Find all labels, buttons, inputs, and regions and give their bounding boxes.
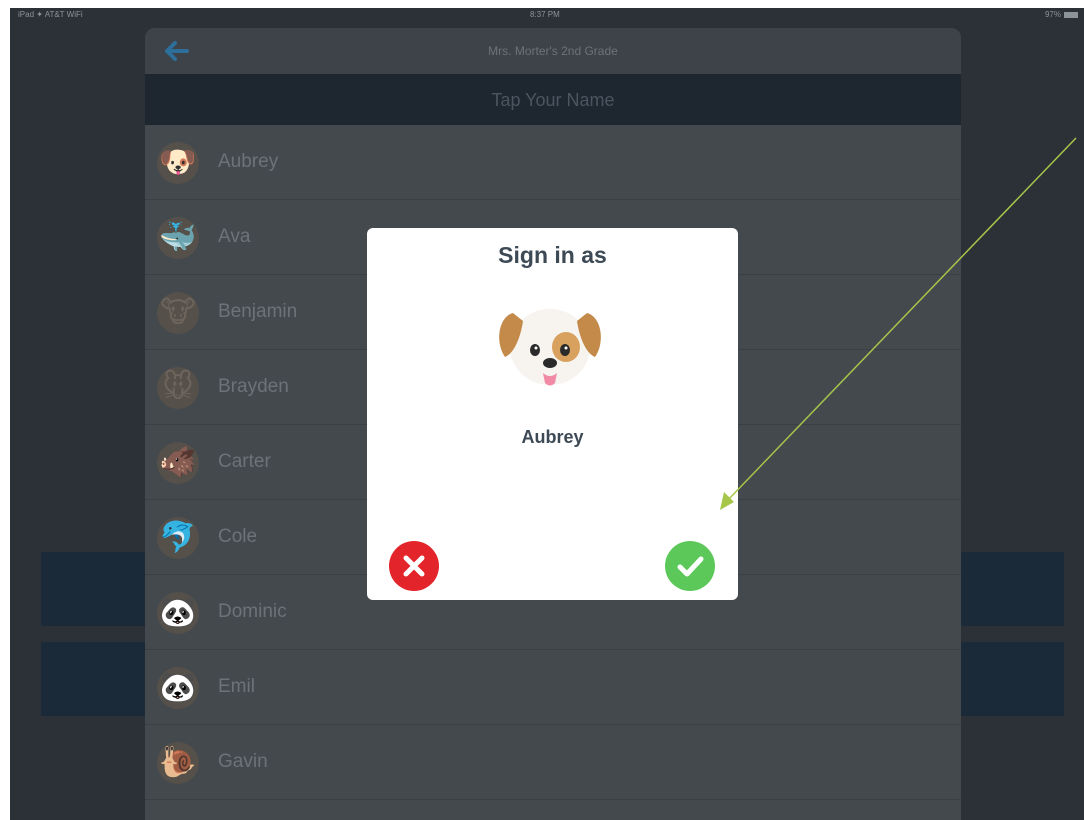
confirm-button[interactable] — [665, 541, 715, 591]
student-name: Dominic — [218, 601, 287, 622]
battery-label: 97% — [1044, 10, 1061, 19]
student-name: Carter — [218, 451, 271, 472]
whale-avatar-icon: 🐳 — [157, 217, 199, 259]
cow-avatar-icon: 🐮 — [157, 292, 199, 334]
class-title: Mrs. Morter's 2nd Grade — [488, 44, 618, 58]
panda-avatar-icon: 🐼 — [157, 592, 199, 634]
student-row-gavin[interactable]: 🐌 Gavin — [145, 725, 961, 800]
student-name: Brayden — [218, 376, 289, 397]
cancel-button[interactable] — [389, 541, 439, 591]
mouse-avatar-icon: 🐭 — [157, 367, 199, 409]
student-name: Ava — [218, 226, 251, 247]
sign-in-dialog: Sign in as Aubrey — [367, 228, 738, 600]
clock: 8:37 PM — [530, 10, 560, 19]
dolphin-avatar-icon: 🐬 — [157, 517, 199, 559]
instruction-header: Tap Your Name — [145, 74, 961, 125]
student-name: Cole — [218, 526, 258, 547]
dog-face-icon — [499, 309, 601, 386]
boar-avatar-icon: 🐗 — [157, 442, 199, 484]
student-name: Emil — [218, 676, 255, 697]
carrier-label: iPad ✦ AT&T WiFi — [18, 10, 83, 19]
close-icon — [403, 555, 425, 577]
student-row-aubrey[interactable]: 🐶 Aubrey — [145, 125, 961, 200]
student-row-emil[interactable]: 🐼 Emil — [145, 650, 961, 725]
checkmark-icon — [677, 556, 704, 577]
status-bar: iPad ✦ AT&T WiFi 8:37 PM 97% — [10, 8, 1084, 22]
dialog-title: Sign in as — [498, 242, 607, 268]
instruction-text: Tap Your Name — [491, 90, 615, 110]
student-name: Aubrey — [218, 151, 279, 172]
battery-icon — [1064, 11, 1078, 18]
snail-avatar-icon: 🐌 — [157, 742, 199, 784]
nav-bar: Mrs. Morter's 2nd Grade — [145, 28, 961, 74]
student-name: Benjamin — [218, 301, 298, 322]
dog-avatar-icon: 🐶 — [157, 142, 199, 184]
student-name: Gavin — [218, 751, 268, 772]
selected-student-name: Aubrey — [521, 427, 584, 447]
battery-indicator: 97% — [1045, 8, 1078, 22]
panda-avatar-icon: 🐼 — [157, 667, 199, 709]
